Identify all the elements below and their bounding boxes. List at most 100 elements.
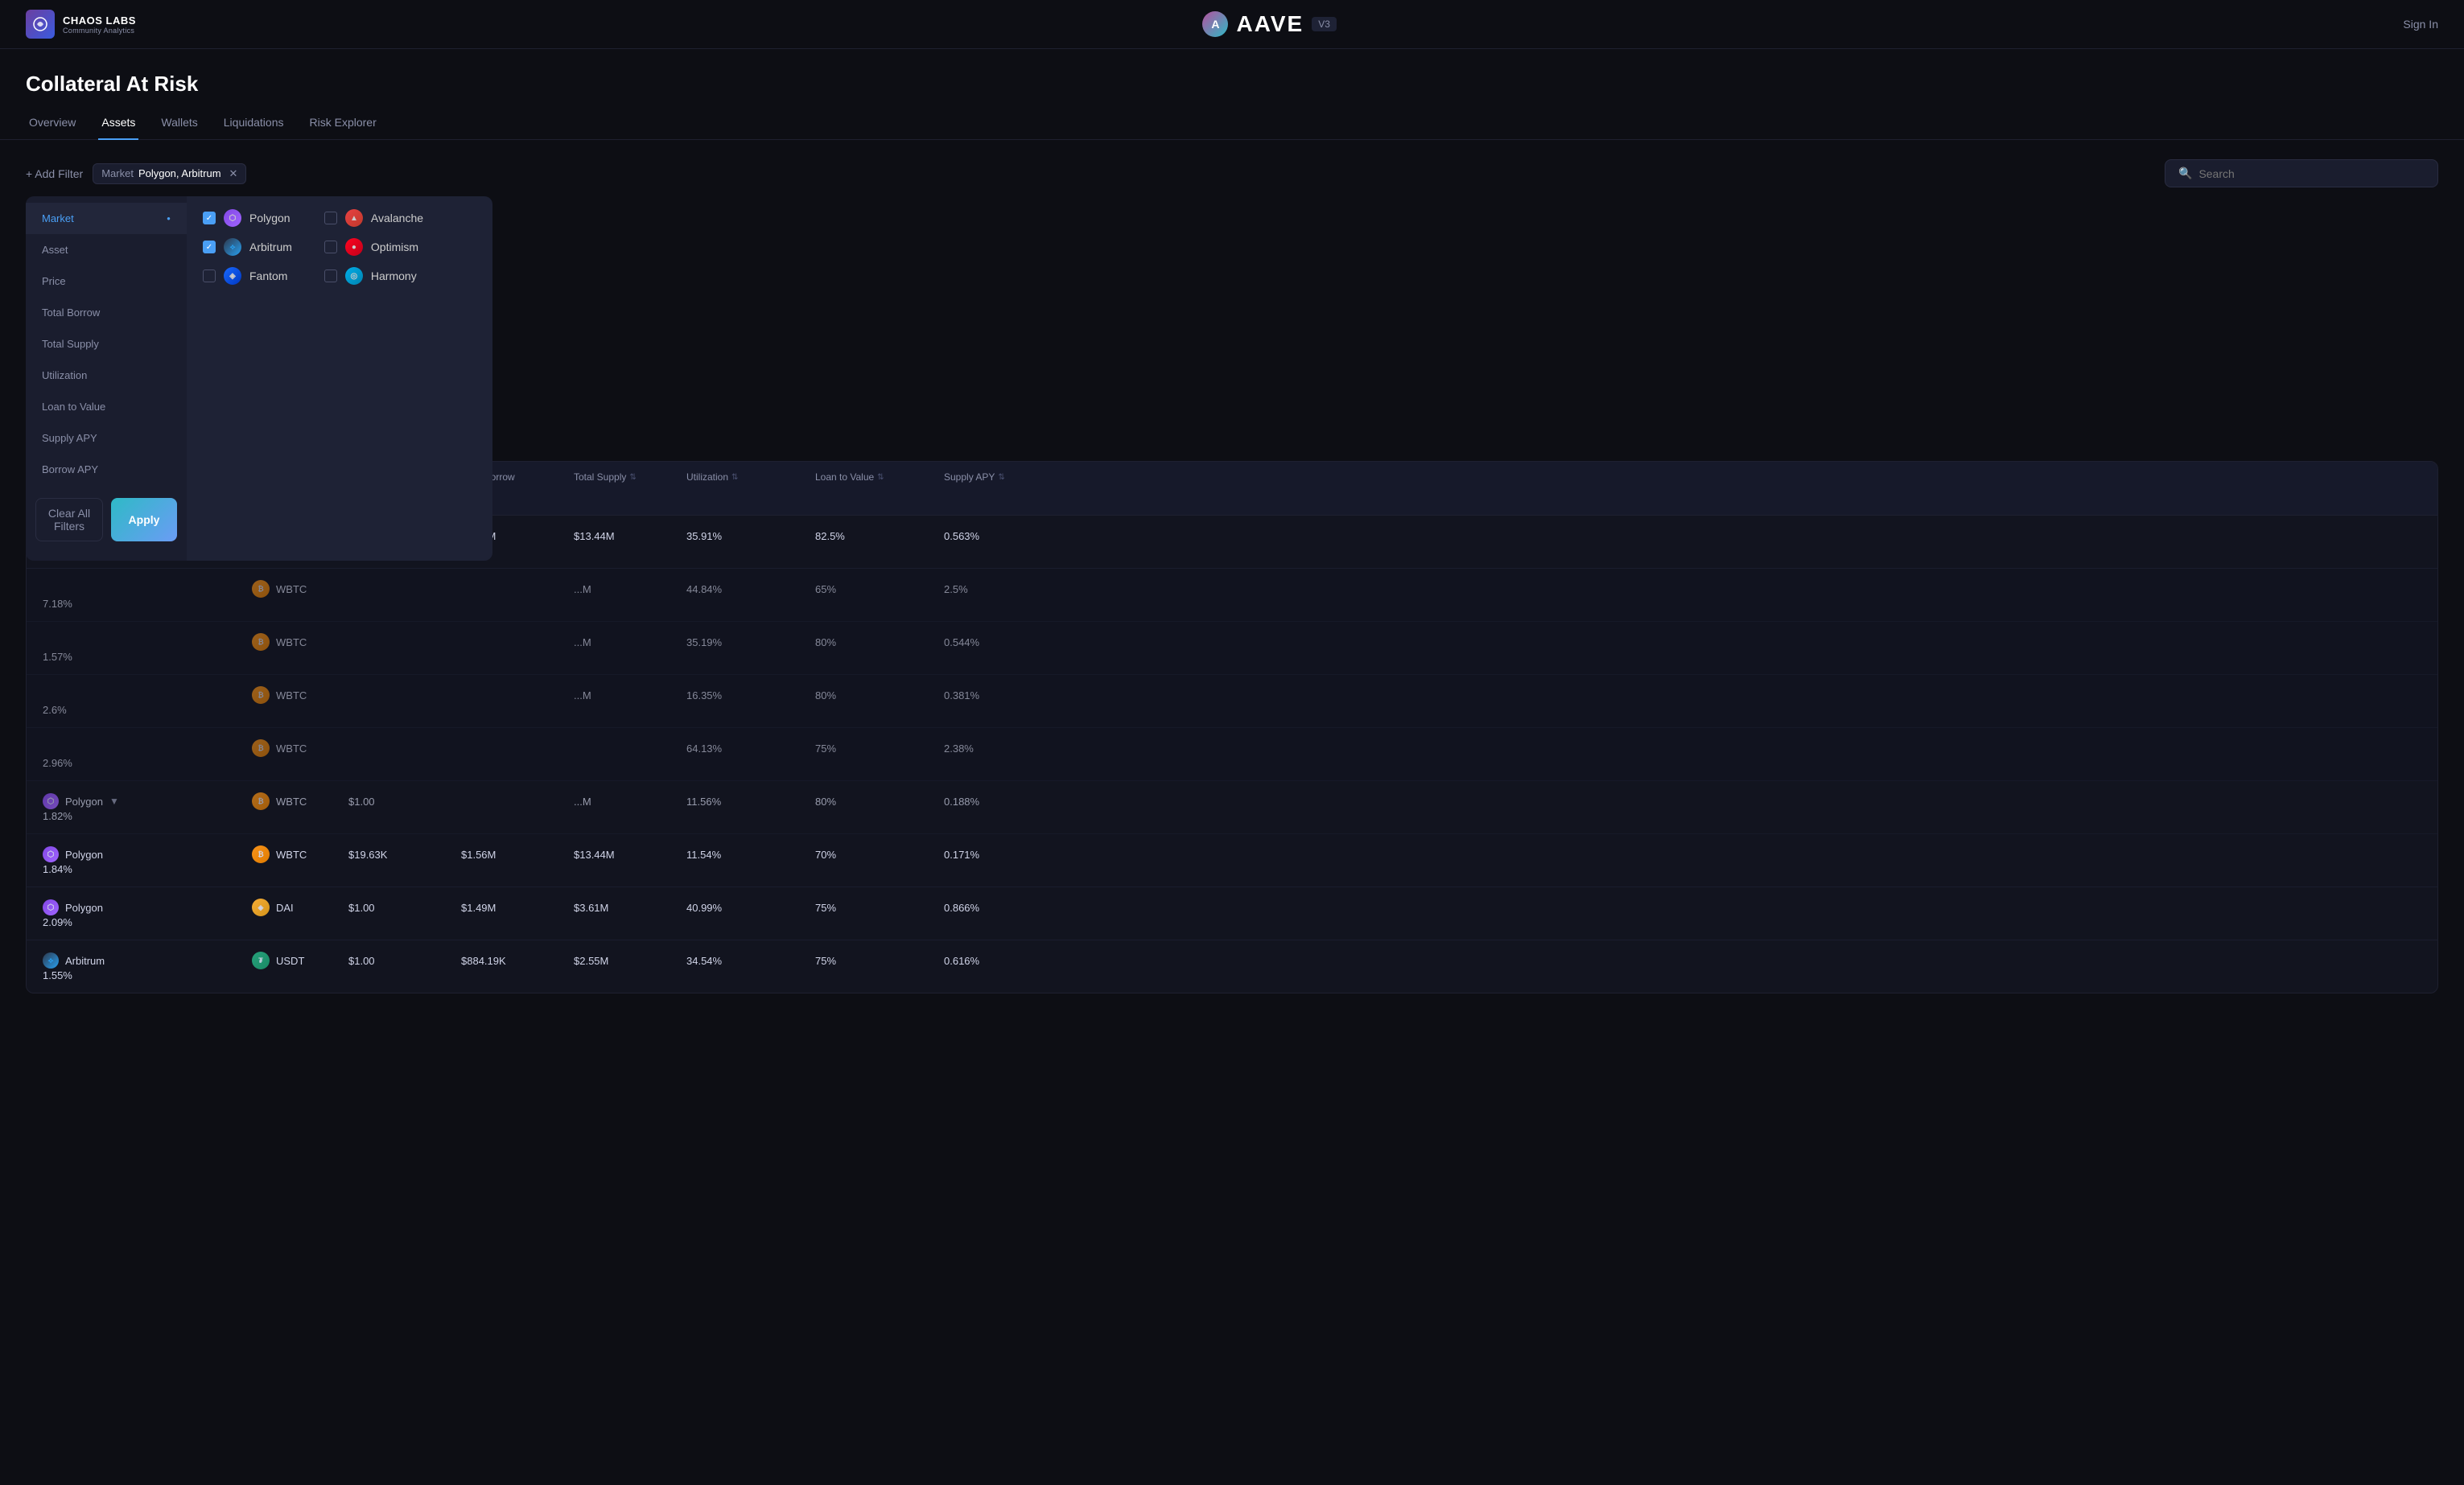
market-cell: ⬡ Polygon ▼	[43, 793, 252, 809]
price-cell: $1.00	[348, 796, 461, 808]
borrow-apy-cell: 2.6%	[43, 704, 252, 716]
expand-button[interactable]: ▼	[109, 796, 119, 807]
filter-option-polygon[interactable]: ⬡ Polygon	[203, 209, 292, 227]
th-supply-apy[interactable]: Supply APY ⇅	[944, 471, 1057, 483]
utilization-cell: 64.13%	[686, 742, 815, 755]
aave-icon: A	[1202, 11, 1228, 37]
utilization-cell: 34.54%	[686, 955, 815, 967]
filter-left: + Add Filter Market Polygon, Arbitrum ✕	[26, 163, 246, 184]
arbitrum-label: Arbitrum	[249, 241, 292, 253]
sidebar-item-price[interactable]: Price	[26, 265, 187, 297]
market-name: Polygon	[65, 902, 103, 914]
filter-option-arbitrum[interactable]: ⟡ Arbitrum	[203, 238, 292, 256]
usdt-icon: ₮	[252, 952, 270, 969]
logo-subtitle: Community Analytics	[63, 27, 136, 35]
filter-options: ⬡ Polygon ⟡ Arbitrum ◈ Fantom	[187, 196, 492, 561]
polygon-market-icon: ⬡	[43, 899, 59, 915]
ltv-cell: 80%	[815, 796, 944, 808]
filter-option-optimism[interactable]: ● Optimism	[324, 238, 423, 256]
add-filter-button[interactable]: + Add Filter	[26, 167, 83, 180]
utilization-cell: 11.54%	[686, 849, 815, 861]
logo-area: CHAOS LABS Community Analytics	[26, 10, 136, 39]
polygon-label: Polygon	[249, 212, 290, 224]
sidebar-item-utilization[interactable]: Utilization	[26, 360, 187, 391]
total-supply-cell: ...M	[574, 689, 686, 701]
table-row: ⟡ Arbitrum ₮ USDT $1.00 $884.19K $2.55M …	[27, 940, 2437, 993]
supply-apy-cell: 0.188%	[944, 796, 1057, 808]
tab-assets[interactable]: Assets	[98, 109, 138, 140]
tab-risk-explorer[interactable]: Risk Explorer	[307, 109, 380, 140]
wbtc-icon: ₿	[252, 580, 270, 598]
asset-name: WBTC	[276, 583, 307, 595]
market-name: Polygon	[65, 796, 103, 808]
arbitrum-icon: ⟡	[224, 238, 241, 256]
market-cell: ⬡ Polygon	[43, 846, 252, 862]
clear-all-filters-button[interactable]: Clear All Filters	[35, 498, 103, 541]
arbitrum-market-icon: ⟡	[43, 952, 59, 969]
search-input[interactable]	[2198, 167, 2425, 180]
sidebar-item-asset[interactable]: Asset	[26, 234, 187, 265]
filter-option-harmony[interactable]: ◎ Harmony	[324, 267, 423, 285]
ltv-cell: 75%	[815, 955, 944, 967]
ltv-cell: 75%	[815, 902, 944, 914]
asset-cell: ₿ WBTC	[252, 739, 348, 757]
supply-apy-cell: 2.5%	[944, 583, 1057, 595]
market-cell: ⟡ Arbitrum	[43, 952, 252, 969]
sidebar-item-borrow-apy[interactable]: Borrow APY	[26, 454, 187, 485]
supply-apy-cell: 2.38%	[944, 742, 1057, 755]
sidebar-item-supply-apy[interactable]: Supply APY	[26, 422, 187, 454]
checkbox-harmony[interactable]	[324, 269, 337, 282]
chaos-labs-icon	[26, 10, 55, 39]
asset-cell: ₿ WBTC	[252, 580, 348, 598]
utilization-cell: 35.19%	[686, 636, 815, 648]
version-badge: V3	[1312, 17, 1337, 31]
total-supply-cell: ...M	[574, 583, 686, 595]
tab-overview[interactable]: Overview	[26, 109, 79, 140]
th-total-supply[interactable]: Total Supply ⇅	[574, 471, 686, 483]
checkbox-avalanche[interactable]	[324, 212, 337, 224]
sidebar-item-total-borrow[interactable]: Total Borrow	[26, 297, 187, 328]
total-supply-cell: $13.44M	[574, 530, 686, 542]
checkbox-polygon[interactable]	[203, 212, 216, 224]
market-cell: ⬡ Polygon	[43, 899, 252, 915]
borrow-apy-cell: 1.82%	[43, 810, 252, 822]
asset-cell: ₿ WBTC	[252, 686, 348, 704]
utilization-cell: 11.56%	[686, 796, 815, 808]
filter-option-fantom[interactable]: ◈ Fantom	[203, 267, 292, 285]
tab-liquidations[interactable]: Liquidations	[220, 109, 287, 140]
logo-title: CHAOS LABS	[63, 14, 136, 27]
price-cell: $19.63K	[348, 849, 461, 861]
total-supply-cell: $2.55M	[574, 955, 686, 967]
page-title: Collateral At Risk	[26, 72, 2438, 97]
sidebar-item-market[interactable]: Market	[26, 203, 187, 234]
search-box: 🔍	[2165, 159, 2438, 187]
checkbox-arbitrum[interactable]	[203, 241, 216, 253]
th-ltv[interactable]: Loan to Value ⇅	[815, 471, 944, 483]
checkbox-fantom[interactable]	[203, 269, 216, 282]
sidebar-item-total-supply[interactable]: Total Supply	[26, 328, 187, 360]
sidebar-item-ltv[interactable]: Loan to Value	[26, 391, 187, 422]
filter-option-avalanche[interactable]: ▲ Avalanche	[324, 209, 423, 227]
page-title-area: Collateral At Risk	[0, 49, 2464, 97]
table-row: ₿ WBTC ...M 16.35% 80% 0.381% 2.6%	[27, 675, 2437, 728]
filter-col-2: ▲ Avalanche ● Optimism ◎ Harmony	[324, 209, 423, 548]
price-cell: $1.00	[348, 902, 461, 914]
market-name: Polygon	[65, 849, 103, 861]
borrow-apy-cell: 2.09%	[43, 916, 252, 928]
checkbox-optimism[interactable]	[324, 241, 337, 253]
th-utilization[interactable]: Utilization ⇅	[686, 471, 815, 483]
asset-name: WBTC	[276, 636, 307, 648]
filter-tag-close-icon[interactable]: ✕	[229, 167, 238, 180]
borrow-apy-cell: 1.84%	[43, 863, 252, 875]
ltv-cell: 80%	[815, 636, 944, 648]
table-row: ₿ WBTC ...M 44.84% 65% 2.5% 7.18%	[27, 569, 2437, 622]
asset-name: USDT	[276, 955, 304, 967]
asset-name: WBTC	[276, 689, 307, 701]
tab-wallets[interactable]: Wallets	[158, 109, 200, 140]
total-borrow-cell: $884.19K	[461, 955, 574, 967]
filter-tag-label: Market	[101, 167, 134, 179]
nav-tabs: Overview Assets Wallets Liquidations Ris…	[0, 97, 2464, 140]
apply-button[interactable]: Apply	[111, 498, 177, 541]
avalanche-label: Avalanche	[371, 212, 423, 224]
sign-in-button[interactable]: Sign In	[2403, 18, 2438, 31]
